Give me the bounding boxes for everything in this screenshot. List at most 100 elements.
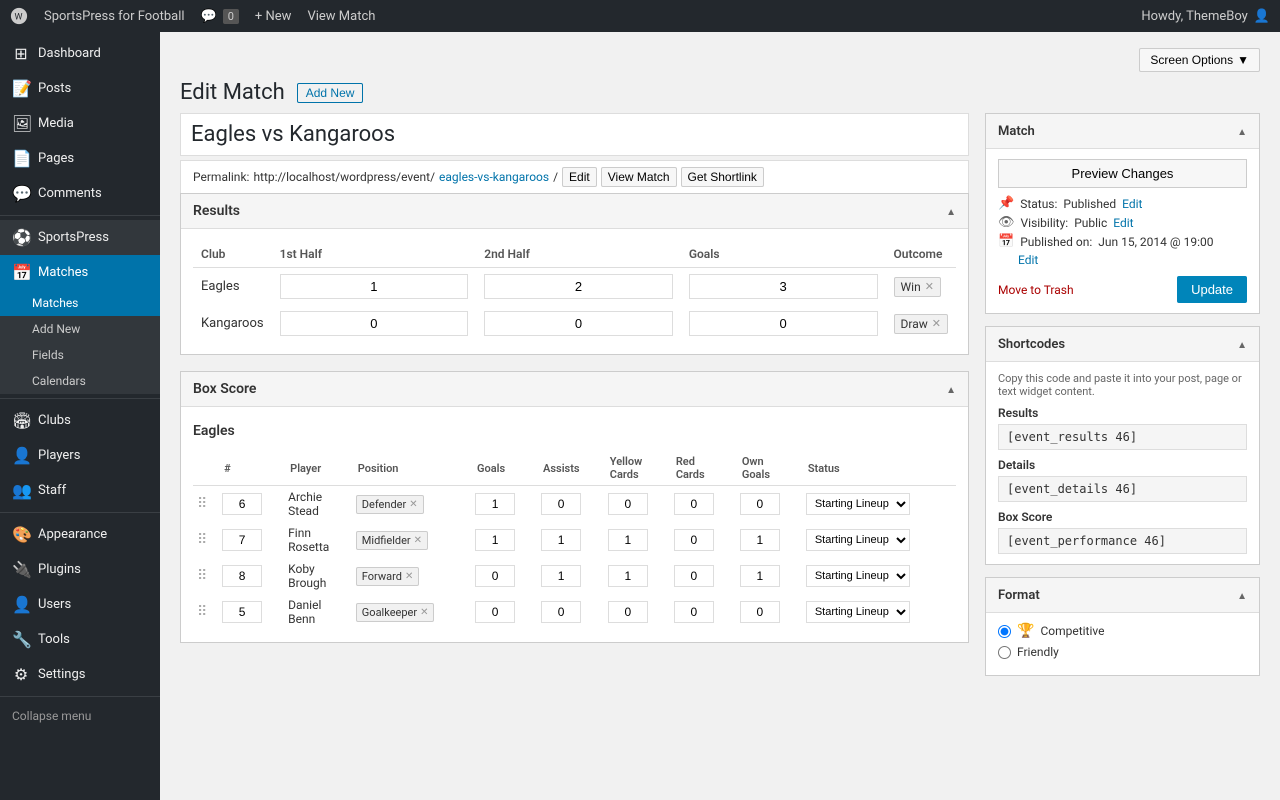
box-score-toggle-button[interactable] — [946, 380, 956, 398]
collapse-menu[interactable]: Collapse menu — [0, 701, 160, 731]
view-match-link[interactable]: View Match — [307, 9, 375, 24]
sidebar-item-staff[interactable]: 👥 Staff — [0, 473, 160, 508]
results-panel-body: Club 1st Half 2nd Half Goals Outcome Eag… — [181, 229, 968, 354]
eagles-first-half-input[interactable] — [280, 274, 469, 299]
sidebar-sub-fields[interactable]: Fields — [0, 342, 160, 368]
staff-icon: 👥 — [12, 481, 30, 500]
shortcodes-panel-body: Copy this code and paste it into your po… — [986, 362, 1259, 564]
format-friendly-radio[interactable] — [998, 646, 1011, 659]
add-new-button[interactable]: Add New — [297, 83, 364, 103]
format-toggle-button[interactable] — [1237, 586, 1247, 604]
sidebar-item-sportspress[interactable]: ⚽ SportsPress — [0, 220, 160, 255]
sidebar-item-dashboard[interactable]: ⊞ Dashboard — [0, 36, 160, 71]
sidebar-sub-calendars[interactable]: Calendars — [0, 368, 160, 394]
new-content-link[interactable]: + New — [255, 9, 292, 24]
competitive-icon: 🏆 — [1017, 623, 1034, 639]
player3-own-input[interactable] — [740, 565, 780, 587]
eagles-second-half-input[interactable] — [484, 274, 673, 299]
drag-handle-1[interactable]: ⠿ — [197, 496, 207, 512]
player3-goals-input[interactable] — [475, 565, 515, 587]
shortcodes-toggle-button[interactable] — [1237, 335, 1247, 353]
player2-red-input[interactable] — [674, 529, 714, 551]
player1-number-input[interactable] — [222, 493, 262, 515]
sidebar-item-users[interactable]: 👤 Users — [0, 587, 160, 622]
player3-yellow-input[interactable] — [608, 565, 648, 587]
drag-handle-4[interactable]: ⠿ — [197, 604, 207, 620]
sidebar-item-posts[interactable]: 📝 Posts — [0, 71, 160, 106]
player3-name: KobyBrough — [284, 558, 352, 594]
player2-number-input[interactable] — [222, 529, 262, 551]
player1-red-input[interactable] — [674, 493, 714, 515]
player4-own-input[interactable] — [740, 601, 780, 623]
wp-logo-link[interactable]: W — [10, 7, 28, 25]
drag-handle-2[interactable]: ⠿ — [197, 532, 207, 548]
player2-goals-input[interactable] — [475, 529, 515, 551]
results-shortcode-code[interactable]: [event_results 46] — [998, 424, 1247, 450]
sidebar-item-media[interactable]: 🖼 Media — [0, 106, 160, 141]
player4-number-input[interactable] — [222, 601, 262, 623]
player1-status-select[interactable]: Starting Lineup Substitute Not Playing — [806, 493, 910, 515]
player2-status-select[interactable]: Starting Lineup Substitute Not Playing — [806, 529, 910, 551]
drag-handle-3[interactable]: ⠿ — [197, 568, 207, 584]
title-panel — [180, 113, 969, 156]
match-panel-toggle-button[interactable] — [1237, 122, 1247, 140]
player3-assists-input[interactable] — [541, 565, 581, 587]
site-name-link[interactable]: SportsPress for Football — [44, 9, 185, 24]
get-shortlink-button[interactable]: Get Shortlink — [681, 167, 764, 187]
kangaroos-goals-input[interactable] — [689, 311, 878, 336]
sidebar-sub-all-matches[interactable]: Matches — [0, 290, 160, 316]
screen-options-button[interactable]: Screen Options ▼ — [1139, 48, 1260, 72]
boxscore-shortcode-code[interactable]: [event_performance 46] — [998, 528, 1247, 554]
sidebar-item-settings[interactable]: ⚙ Settings — [0, 657, 160, 692]
player4-assists-input[interactable] — [541, 601, 581, 623]
status-edit-link[interactable]: Edit — [1122, 197, 1142, 211]
sidebar-item-players[interactable]: 👤 Players — [0, 438, 160, 473]
sidebar-sub-add-new[interactable]: Add New — [0, 316, 160, 342]
player4-status-select[interactable]: Starting Lineup Substitute Not Playing — [806, 601, 910, 623]
visibility-edit-link[interactable]: Edit — [1113, 216, 1133, 230]
update-button[interactable]: Update — [1177, 276, 1247, 303]
kangaroos-second-half-input[interactable] — [484, 311, 673, 336]
player2-yellow-input[interactable] — [608, 529, 648, 551]
move-to-trash-link[interactable]: Move to Trash — [998, 283, 1074, 297]
published-edit-link[interactable]: Edit — [1018, 253, 1038, 267]
player1-goals-input[interactable] — [475, 493, 515, 515]
player4-red-input[interactable] — [674, 601, 714, 623]
player3-status-select[interactable]: Starting Lineup Substitute Not Playing — [806, 565, 910, 587]
player2-assists-input[interactable] — [541, 529, 581, 551]
permalink-slug[interactable]: eagles-vs-kangaroos — [439, 170, 549, 184]
results-toggle-button[interactable] — [946, 202, 956, 220]
view-match-button[interactable]: View Match — [601, 167, 677, 187]
eagles-goals-input[interactable] — [689, 274, 878, 299]
kangaroos-first-half-input[interactable] — [280, 311, 469, 336]
sidebar-item-appearance[interactable]: 🎨 Appearance — [0, 517, 160, 552]
player4-goals-input[interactable] — [475, 601, 515, 623]
details-shortcode-code[interactable]: [event_details 46] — [998, 476, 1247, 502]
player1-yellow-input[interactable] — [608, 493, 648, 515]
player2-position-remove[interactable]: ✕ — [414, 535, 422, 546]
player1-assists-input[interactable] — [541, 493, 581, 515]
sidebar-item-pages[interactable]: 📄 Pages — [0, 141, 160, 176]
format-competitive-radio[interactable] — [998, 625, 1011, 638]
player1-position-remove[interactable]: ✕ — [409, 499, 417, 510]
player3-position-remove[interactable]: ✕ — [405, 571, 413, 582]
permalink-edit-button[interactable]: Edit — [562, 167, 597, 187]
player4-yellow-input[interactable] — [608, 601, 648, 623]
player3-number-input[interactable] — [222, 565, 262, 587]
eagles-outcome-remove[interactable]: ✕ — [925, 280, 934, 293]
player3-red-input[interactable] — [674, 565, 714, 587]
player2-own-input[interactable] — [740, 529, 780, 551]
sidebar-item-comments[interactable]: 💬 Comments — [0, 176, 160, 211]
calendar-icon: 📅 — [998, 234, 1014, 249]
player4-position-remove[interactable]: ✕ — [420, 607, 428, 618]
sidebar-item-matches[interactable]: 📅 Matches — [0, 255, 160, 290]
sidebar-item-tools[interactable]: 🔧 Tools — [0, 622, 160, 657]
player1-own-input[interactable] — [740, 493, 780, 515]
table-row: ⠿ FinnRosetta Midfielder ✕ — [193, 522, 956, 558]
kangaroos-outcome-remove[interactable]: ✕ — [932, 317, 941, 330]
preview-changes-button[interactable]: Preview Changes — [998, 159, 1247, 188]
post-title-input[interactable] — [180, 113, 969, 156]
comments-link[interactable]: 💬 0 — [201, 9, 239, 24]
sidebar-item-clubs[interactable]: 🏟 Clubs — [0, 403, 160, 438]
sidebar-item-plugins[interactable]: 🔌 Plugins — [0, 552, 160, 587]
